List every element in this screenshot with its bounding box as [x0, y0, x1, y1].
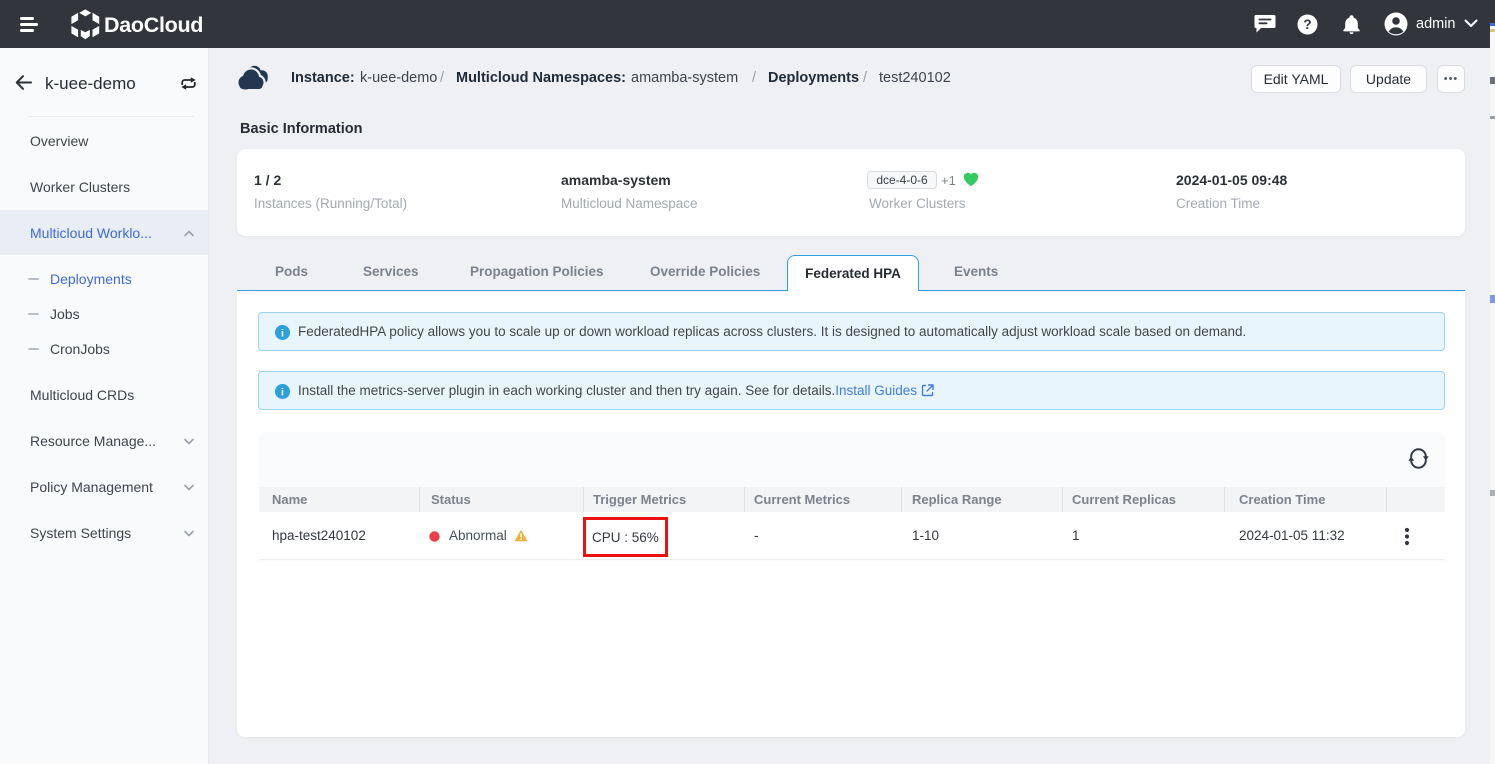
svg-text:?: ? — [1303, 17, 1311, 32]
svg-text:i: i — [281, 386, 284, 398]
svg-text:i: i — [281, 327, 284, 339]
